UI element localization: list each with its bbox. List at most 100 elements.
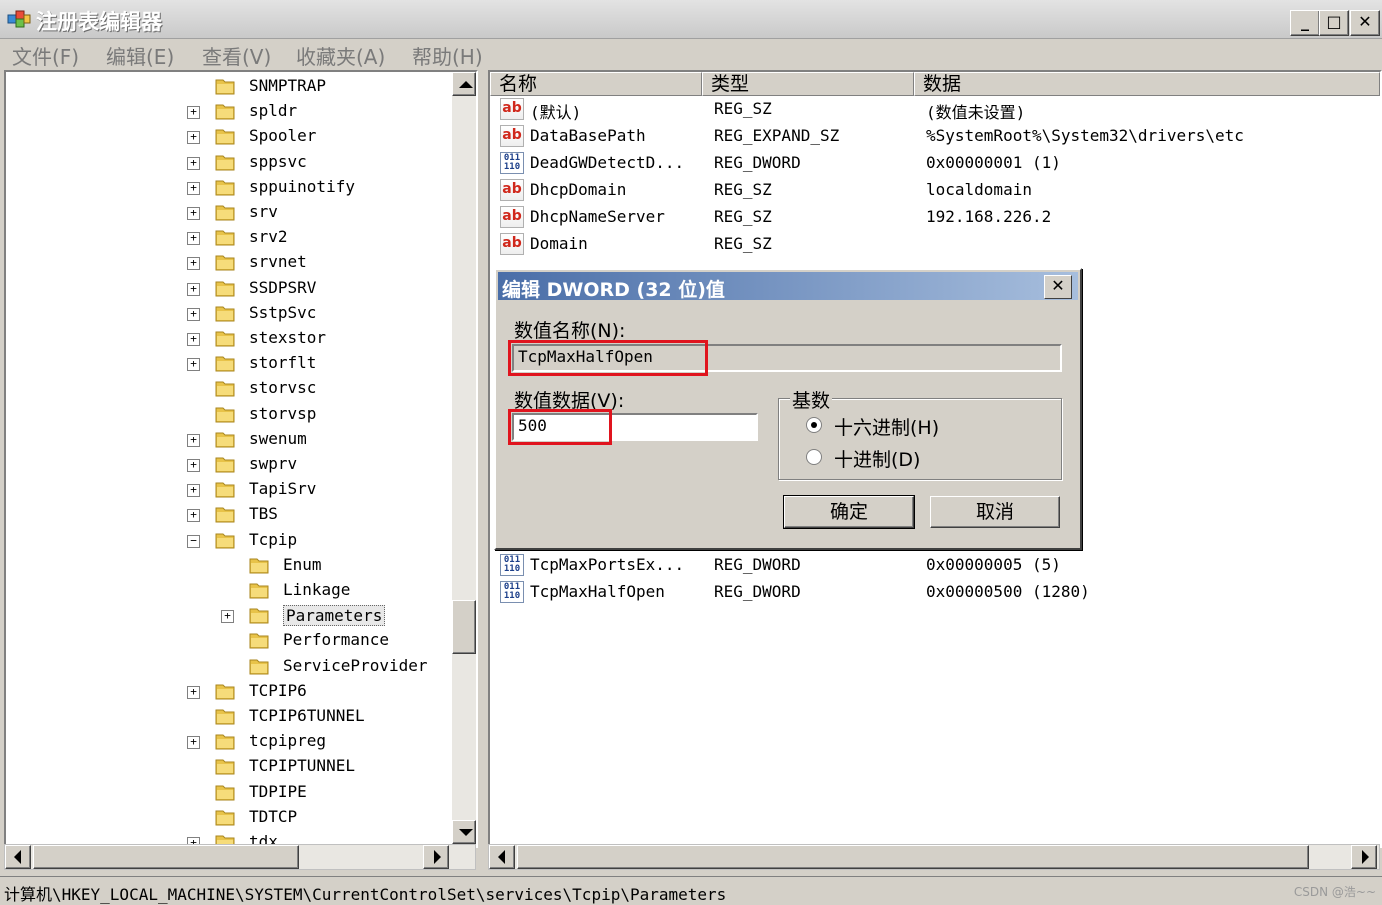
value-row[interactable]: 011 110 DeadGWDetectD... REG_DWORD 0x000000… — [496, 150, 1372, 176]
tree-node[interactable]: + stexstor — [6, 326, 452, 351]
list-scroll-left-button[interactable] — [489, 845, 515, 869]
hex-radio-label[interactable]: 十六进制(H) — [834, 413, 939, 440]
tree-scroll-left-button[interactable] — [5, 845, 31, 869]
value-name-label: 数值名称(N): — [514, 320, 626, 342]
tree-scroll-right-button[interactable] — [423, 845, 449, 869]
tree-node[interactable]: + srv2 — [6, 225, 452, 250]
tree-node[interactable]: + swenum — [6, 427, 452, 452]
column-header-data[interactable]: 数据 — [914, 72, 1380, 96]
column-header-type[interactable]: 类型 — [702, 72, 914, 96]
cancel-button[interactable]: 取消 — [930, 496, 1060, 528]
expand-icon[interactable]: + — [187, 685, 200, 699]
collapse-icon[interactable]: − — [187, 534, 200, 548]
value-data-highlight — [508, 409, 612, 445]
tree-node[interactable]: + srv — [6, 200, 452, 225]
expand-icon[interactable]: + — [187, 131, 200, 145]
tree-node[interactable]: Performance — [6, 628, 452, 653]
folder-icon — [215, 155, 235, 171]
value-row[interactable]: 011 110 TcpMaxPortsEx... REG_DWORD 0x000000… — [496, 552, 1372, 578]
value-row[interactable]: 011 110 TcpMaxHalfOpen REG_DWORD 0x00000500… — [496, 579, 1372, 605]
tree-node[interactable]: + tcpipreg — [6, 729, 452, 754]
list-hscrollbar[interactable] — [488, 844, 1380, 870]
expand-icon[interactable]: + — [187, 307, 200, 321]
tree-scroll-up-button[interactable] — [452, 72, 476, 96]
tree-node[interactable]: TCPIPTUNNEL — [6, 754, 452, 779]
list-scroll-right-button[interactable] — [1351, 845, 1377, 869]
dialog-title: 编辑 DWORD (32 位)值 — [502, 279, 725, 301]
tree-node[interactable]: + Parameters — [6, 603, 452, 628]
value-row[interactable]: ab DhcpNameServer REG_SZ 192.168.226.2 — [496, 204, 1372, 230]
column-header-name[interactable]: 名称 — [490, 72, 702, 96]
expand-icon[interactable]: + — [187, 358, 200, 372]
tree-hscrollbar[interactable] — [4, 844, 476, 870]
tree-hscroll-thumb[interactable] — [33, 845, 299, 869]
list-hscroll-thumb[interactable] — [517, 845, 1309, 869]
dialog-close-button[interactable]: ✕ — [1044, 275, 1072, 299]
expand-icon[interactable]: + — [187, 433, 200, 447]
expand-icon[interactable]: + — [187, 282, 200, 296]
expand-icon[interactable]: + — [187, 106, 200, 120]
tree-node[interactable]: + SSDPSRV — [6, 276, 452, 301]
tree-node[interactable]: + sppuinotify — [6, 175, 452, 200]
tree-scroll-thumb[interactable] — [452, 600, 476, 654]
expand-icon[interactable]: + — [187, 333, 200, 346]
expand-icon[interactable]: + — [187, 484, 200, 498]
value-row[interactable]: ab Domain REG_SZ — [496, 231, 1372, 257]
tree-node[interactable]: Linkage — [6, 578, 452, 603]
tree-node[interactable]: SNMPTRAP — [6, 74, 452, 99]
maximize-button[interactable]: □ — [1319, 10, 1349, 36]
dec-radio-label[interactable]: 十进制(D) — [834, 445, 920, 472]
tree-node[interactable]: + srvnet — [6, 250, 452, 275]
menu-help[interactable]: 帮助(H) — [412, 41, 483, 70]
expand-icon[interactable]: + — [187, 232, 200, 246]
tree-node[interactable]: + swprv — [6, 452, 452, 477]
title-bar[interactable]: 注册表编辑器 _ □ ✕ — [0, 0, 1382, 39]
close-button[interactable]: ✕ — [1350, 10, 1380, 36]
expand-icon[interactable]: + — [221, 610, 234, 624]
expand-icon[interactable]: + — [187, 156, 200, 170]
menu-bar: 文件(F) 编辑(E) 查看(V) 收藏夹(A) 帮助(H) — [0, 38, 1382, 70]
value-row[interactable]: ab DhcpDomain REG_SZ localdomain — [496, 177, 1372, 203]
tree-node[interactable]: + Spooler — [6, 124, 452, 149]
tree-node-label: storflt — [249, 353, 317, 373]
tree-node[interactable]: ServiceProvider — [6, 654, 452, 679]
tree-node[interactable]: + storflt — [6, 351, 452, 376]
tree-node[interactable]: storvsp — [6, 402, 452, 427]
tree-node[interactable]: + SstpSvc — [6, 301, 452, 326]
menu-favorites[interactable]: 收藏夹(A) — [296, 41, 385, 70]
menu-view[interactable]: 查看(V) — [202, 41, 271, 70]
tree-node[interactable]: + TCPIP6 — [6, 679, 452, 704]
dec-radio[interactable] — [806, 449, 822, 465]
expand-icon[interactable]: + — [187, 207, 200, 220]
tree-node[interactable]: Enum — [6, 553, 452, 578]
value-name: DhcpDomain — [530, 180, 627, 199]
ok-button[interactable]: 确定 — [783, 495, 915, 529]
tree-scroll-down-button[interactable] — [452, 820, 476, 844]
expand-icon[interactable]: + — [187, 459, 200, 472]
tree-node[interactable]: + TapiSrv — [6, 477, 452, 502]
tree-node-label: storvsp — [249, 403, 317, 423]
expand-icon[interactable]: + — [187, 509, 200, 523]
minimize-button[interactable]: _ — [1290, 10, 1320, 36]
value-row[interactable]: ab (默认) REG_SZ (数值未设置) — [496, 96, 1372, 122]
menu-edit[interactable]: 编辑(E) — [106, 41, 174, 70]
tree-node[interactable]: + sppsvc — [6, 150, 452, 175]
registry-tree[interactable]: SNMPTRAP + spldr + Spooler + sppsvc + sppuinotif… — [4, 70, 478, 848]
expand-icon[interactable]: + — [187, 181, 200, 195]
tree-node[interactable]: storvsc — [6, 376, 452, 401]
value-row[interactable]: ab DataBasePath REG_EXPAND_SZ %SystemRoot%\… — [496, 123, 1372, 149]
hex-radio[interactable] — [806, 417, 822, 433]
menu-file[interactable]: 文件(F) — [12, 41, 79, 70]
tree-vertical-scrollbar[interactable] — [452, 72, 476, 846]
tree-node[interactable]: TDTCP — [6, 805, 452, 830]
tree-node[interactable]: + TBS — [6, 502, 452, 527]
expand-icon[interactable]: + — [187, 257, 200, 271]
tree-node[interactable]: − Tcpip — [6, 528, 452, 553]
tree-node[interactable]: TDPIPE — [6, 780, 452, 805]
binary-value-icon: 011 110 — [500, 152, 524, 174]
dialog-title-bar[interactable]: 编辑 DWORD (32 位)值 ✕ — [498, 272, 1078, 301]
tree-node[interactable]: TCPIP6TUNNEL — [6, 704, 452, 729]
expand-icon[interactable]: + — [187, 736, 200, 750]
arrow-right-icon — [434, 850, 441, 864]
tree-node[interactable]: + spldr — [6, 99, 452, 124]
